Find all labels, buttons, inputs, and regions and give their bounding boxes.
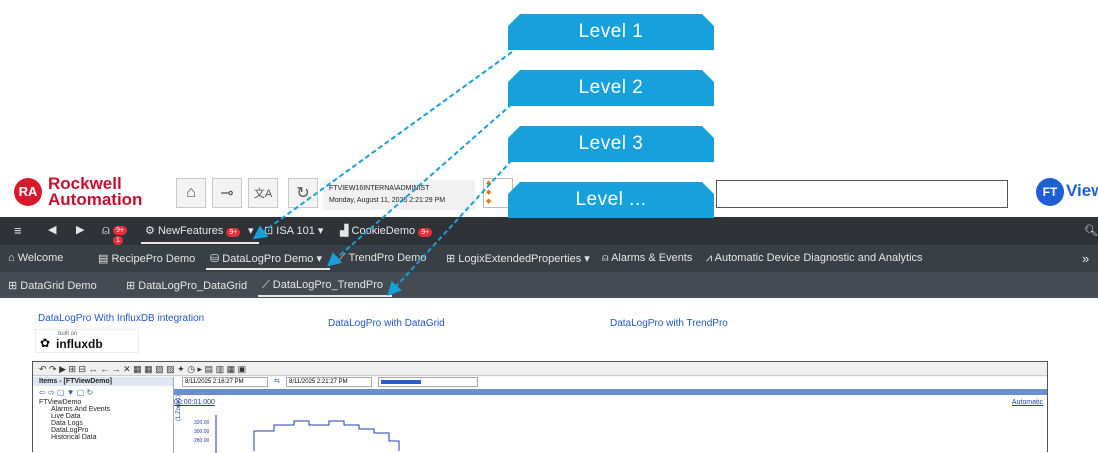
callout-level-3: Level 3: [508, 126, 714, 162]
callout-arrows: [252, 51, 513, 296]
callout-level-1: Level 1: [508, 14, 714, 50]
arrow-level-3: [387, 159, 513, 296]
callout-level-2: Level 2: [508, 70, 714, 106]
arrow-level-1: [252, 51, 513, 240]
arrow-level-2: [326, 103, 513, 267]
callout-level-more: Level ...: [508, 182, 714, 218]
